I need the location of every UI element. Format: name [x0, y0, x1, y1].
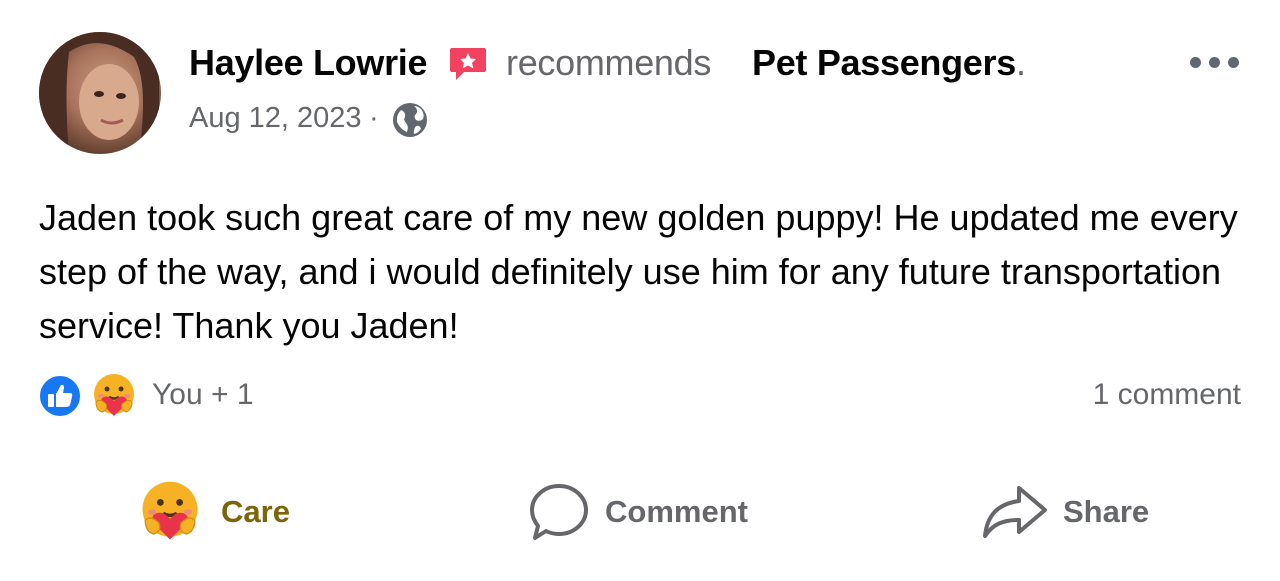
reaction-icons[interactable]	[38, 372, 148, 420]
date-separator: ·	[369, 102, 379, 134]
care-button[interactable]: Care	[137, 480, 290, 544]
more-options-button[interactable]	[1190, 50, 1250, 74]
recommended-page-link[interactable]: Pet Passengers.	[752, 42, 1026, 84]
reaction-summary[interactable]: You + 1	[152, 378, 254, 412]
share-label: Share	[1063, 494, 1150, 529]
review-post: Haylee Lowrie recommends Pet Passengers.…	[0, 0, 1280, 581]
care-reaction-icon	[142, 481, 198, 540]
recommends-verb: recommends	[506, 42, 712, 83]
post-body: Jaden took such great care of my new gol…	[39, 197, 1238, 346]
author-avatar[interactable]	[39, 32, 161, 154]
more-dot-icon	[1228, 56, 1239, 68]
avatar-photo	[39, 32, 159, 154]
more-dot-icon	[1190, 56, 1201, 68]
comment-icon	[530, 484, 588, 540]
more-dot-icon	[1209, 56, 1220, 68]
comment-label: Comment	[605, 494, 748, 529]
page-name-period: .	[1015, 42, 1026, 83]
comment-button[interactable]: Comment	[527, 480, 748, 544]
share-button[interactable]: Share	[981, 480, 1149, 544]
recommendation-badge-icon	[450, 48, 486, 80]
like-reaction-icon	[38, 374, 82, 418]
care-reaction-icon	[94, 374, 134, 416]
author-name[interactable]: Haylee Lowrie	[189, 42, 428, 84]
page-name[interactable]: Pet Passengers	[752, 42, 1016, 83]
care-label: Care	[221, 494, 290, 529]
globe-icon	[393, 103, 427, 137]
comment-count[interactable]: 1 comment	[1093, 378, 1241, 412]
share-icon	[983, 486, 1047, 538]
post-date[interactable]: Aug 12, 2023	[189, 102, 362, 135]
